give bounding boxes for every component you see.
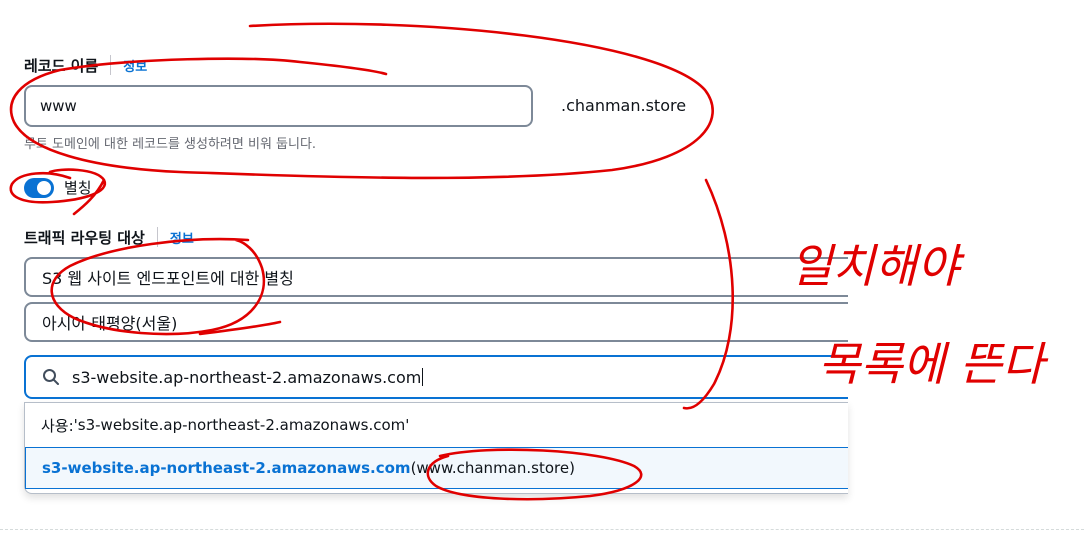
alias-toggle[interactable] [24, 177, 54, 198]
record-name-hint: 루트 도메인에 대한 레코드를 생성하려면 비워 둡니다. [24, 137, 317, 152]
traffic-target-label: 트래픽 라우팅 대상 [24, 228, 145, 247]
label-divider [156, 227, 158, 247]
alias-row: 별칭 [24, 177, 92, 198]
endpoint-search-value: s3-website.ap-northeast-2.amazonaws.com [72, 367, 422, 387]
dropdown-option-use-value[interactable]: 사용: 's3-website.ap-northeast-2.amazonaws… [25, 403, 848, 447]
option-endpoint: s3-website.ap-northeast-2.amazonaws.com [42, 459, 411, 477]
text-caret [422, 368, 424, 386]
note-line2: 목록에 뜬다 [818, 337, 1049, 391]
page-divider [0, 529, 1084, 530]
endpoint-type-select[interactable]: S3 웹 사이트 엔드포인트에 대한 별칭 [24, 257, 848, 297]
endpoint-dropdown: 사용: 's3-website.ap-northeast-2.amazonaws… [24, 402, 848, 494]
option-text: 's3-website.ap-northeast-2.amazonaws.com… [73, 416, 410, 434]
label-divider [110, 55, 112, 75]
record-name-value: www [40, 97, 77, 115]
record-name-info-link[interactable]: 정보 [123, 56, 147, 75]
alias-label: 별칭 [64, 179, 92, 197]
dropdown-option-endpoint[interactable]: s3-website.ap-northeast-2.amazonaws.com … [25, 447, 848, 489]
endpoint-type-value: S3 웹 사이트 엔드포인트에 대한 별칭 [42, 269, 294, 288]
record-name-label: 레코드 이름 [24, 56, 99, 75]
option-detail: (www.chanman.store) [410, 459, 575, 477]
search-icon [43, 369, 59, 385]
region-select[interactable]: 아시아 태평양(서울) [24, 302, 848, 342]
traffic-target-header: 트래픽 라우팅 대상 정보 [24, 226, 194, 248]
domain-suffix: .chanman.store [561, 96, 687, 115]
traffic-target-info-link[interactable]: 정보 [170, 228, 194, 247]
endpoint-search-input[interactable]: s3-website.ap-northeast-2.amazonaws.com [24, 355, 848, 399]
record-name-header: 레코드 이름 정보 [24, 54, 147, 76]
region-value: 아시아 태평양(서울) [42, 314, 178, 333]
option-prefix: 사용: [41, 416, 74, 435]
toggle-knob [37, 180, 51, 195]
record-name-input[interactable]: www [24, 85, 533, 127]
